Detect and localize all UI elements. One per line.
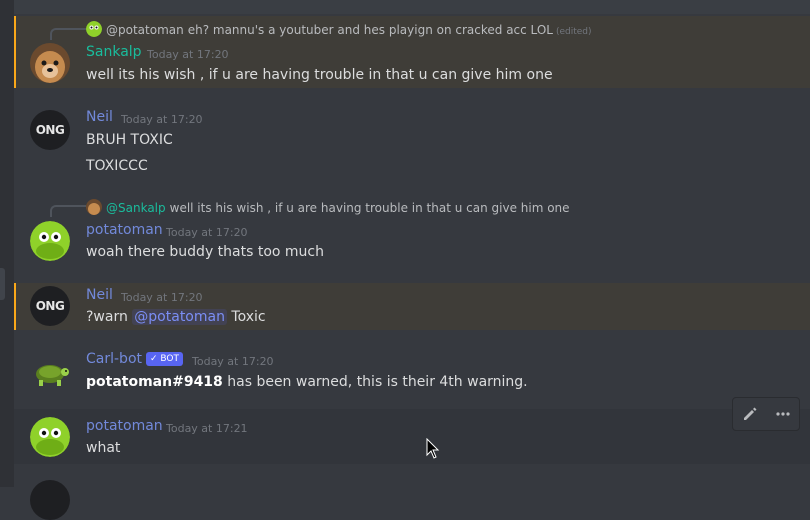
message-text: what: [86, 440, 121, 456]
author-name[interactable]: Neil: [86, 287, 113, 303]
message-carlbot[interactable]: Carl-bot ✓ BOT Today at 17:20 potatoman#9…: [14, 344, 810, 394]
avatar[interactable]: ONG: [30, 286, 70, 326]
message-text: potatoman#9418 has been warned, this is …: [86, 374, 528, 390]
avatar[interactable]: [30, 417, 70, 457]
avatar[interactable]: [30, 352, 70, 392]
reply-spine: [50, 28, 86, 40]
reply-preview[interactable]: @Sankalp well its his wish , if u are hav…: [86, 199, 570, 215]
avatar[interactable]: [30, 43, 70, 83]
previous-message-edge: [14, 0, 810, 14]
avatar[interactable]: ONG: [30, 110, 70, 150]
message-text: ?warn @potatoman Toxic: [86, 309, 266, 325]
avatar-logo: ONG: [35, 299, 65, 313]
message-text: well its his wish , if u are having trou…: [86, 67, 553, 83]
sankalp-mini-avatar: [86, 199, 102, 215]
author-name[interactable]: Carl-bot ✓ BOT: [86, 351, 183, 367]
timestamp[interactable]: Today at 17:20: [192, 355, 274, 368]
reason-text: Toxic: [231, 309, 266, 325]
pencil-icon[interactable]: [738, 402, 762, 426]
message-neil-warn[interactable]: ONG Neil Today at 17:20 ?warn @potatoman…: [14, 283, 810, 330]
scroll-nub[interactable]: [0, 268, 5, 300]
bot-badge: ✓ BOT: [146, 352, 183, 366]
reply-text: well its his wish , if u are having trou…: [169, 201, 570, 215]
next-message-edge: [14, 476, 810, 520]
left-divider: [0, 0, 14, 487]
avatar: [30, 480, 70, 520]
message-actions-toolbar: [732, 397, 800, 431]
command-text: ?warn: [86, 309, 128, 325]
user-mention[interactable]: @potatoman: [132, 309, 227, 325]
reply-author[interactable]: @Sankalp: [106, 201, 166, 215]
timestamp[interactable]: Today at 17:20: [147, 48, 229, 61]
message-sankalp[interactable]: @potatoman eh? mannu's a youtuber and hes…: [14, 16, 810, 88]
author-name[interactable]: Sankalp: [86, 44, 142, 60]
message-potatoman-what[interactable]: potatoman Today at 17:21 what: [14, 409, 810, 464]
mouse-cursor-icon: [426, 437, 440, 464]
timestamp[interactable]: Today at 17:20: [121, 113, 203, 126]
reply-preview[interactable]: @potatoman eh? mannu's a youtuber and hes…: [86, 21, 592, 37]
timestamp[interactable]: Today at 17:20: [121, 291, 203, 304]
potatoman-mini-avatar: [86, 21, 102, 37]
avatar-logo: ONG: [35, 123, 65, 137]
reply-author[interactable]: @potatoman: [106, 23, 184, 37]
message-potatoman[interactable]: @Sankalp well its his wish , if u are hav…: [14, 193, 810, 273]
warn-text: has been warned, this is their 4th warni…: [227, 374, 528, 390]
timestamp[interactable]: Today at 17:21: [166, 422, 248, 435]
edited-tag: (edited): [555, 27, 592, 37]
timestamp[interactable]: Today at 17:20: [166, 226, 248, 239]
reply-spine: [50, 205, 86, 217]
author-name[interactable]: potatoman: [86, 418, 163, 434]
ellipsis-icon[interactable]: [771, 402, 795, 426]
user-tag[interactable]: potatoman#9418: [86, 374, 223, 390]
message-text: TOXICCC: [86, 158, 148, 174]
message-text: BRUH TOXIC: [86, 132, 173, 148]
reply-text: eh? mannu's a youtuber and hes playign o…: [187, 23, 553, 37]
author-name[interactable]: Neil: [86, 109, 113, 125]
author-name[interactable]: potatoman: [86, 222, 163, 238]
message-text: woah there buddy thats too much: [86, 244, 324, 260]
message-neil[interactable]: ONG Neil Today at 17:20 BRUH TOXIC TOXIC…: [14, 104, 810, 184]
avatar[interactable]: [30, 221, 70, 261]
